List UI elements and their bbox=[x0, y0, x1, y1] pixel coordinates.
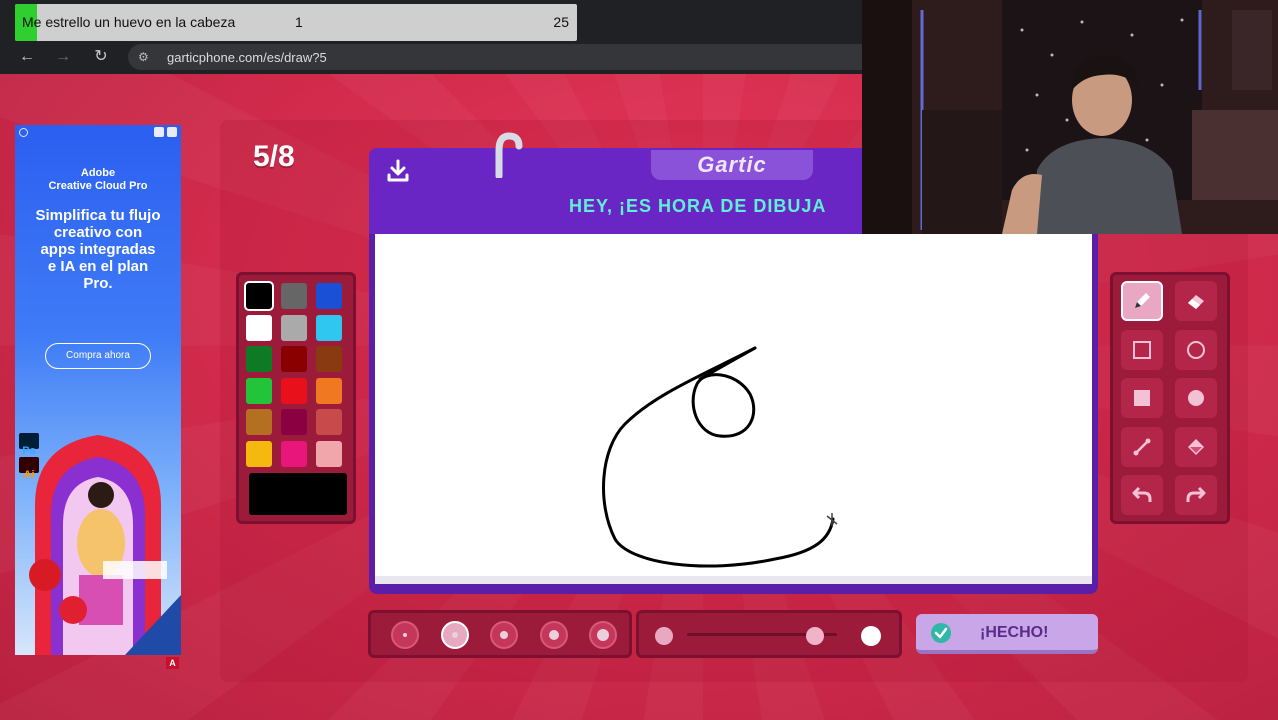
color-swatch[interactable] bbox=[281, 346, 307, 372]
rectangle-fill-tool[interactable] bbox=[1121, 378, 1163, 418]
eraser-icon bbox=[1188, 295, 1204, 309]
ellipse-outline-tool[interactable] bbox=[1175, 329, 1217, 370]
current-color-preview bbox=[249, 473, 347, 515]
opacity-max-indicator bbox=[861, 626, 881, 646]
eraser-tool[interactable] bbox=[1175, 281, 1217, 321]
color-swatch[interactable] bbox=[246, 346, 272, 372]
square-outline-icon bbox=[1133, 340, 1151, 359]
pencil-tool[interactable] bbox=[1121, 281, 1163, 321]
opacity-min-indicator bbox=[655, 627, 673, 645]
color-swatch[interactable] bbox=[246, 409, 272, 435]
stream-title: Me estrello un huevo en la cabeza bbox=[22, 14, 236, 30]
brush-size-bar bbox=[368, 610, 632, 658]
brush-size-dot bbox=[403, 633, 407, 637]
drawing-strokes bbox=[602, 346, 838, 568]
ad-brand: Adobe Creative Cloud Pro bbox=[15, 167, 181, 193]
ad-illustration bbox=[19, 433, 181, 655]
ad-controls bbox=[154, 127, 177, 137]
drawing-canvas[interactable] bbox=[375, 234, 1092, 584]
brush-size-dot bbox=[451, 632, 458, 638]
ad-headline: Simplifica tu flujo creativo con apps in… bbox=[35, 207, 161, 292]
line-icon bbox=[1133, 438, 1151, 455]
color-swatch[interactable] bbox=[244, 281, 274, 311]
line-tool[interactable] bbox=[1121, 426, 1163, 467]
color-swatch[interactable] bbox=[281, 440, 307, 467]
info-icon[interactable] bbox=[19, 128, 28, 137]
color-swatch[interactable] bbox=[281, 283, 307, 309]
address-bar[interactable]: ⚙ garticphone.com/es/draw?5 bbox=[128, 44, 862, 70]
color-swatch[interactable] bbox=[316, 440, 342, 467]
color-swatch[interactable] bbox=[246, 377, 272, 404]
close-icon[interactable] bbox=[167, 127, 177, 137]
brush-size-dot bbox=[500, 631, 508, 639]
reload-icon: ↻ bbox=[94, 48, 108, 65]
brush-size-option[interactable] bbox=[539, 621, 568, 649]
photoshop-badge: Ps bbox=[22, 445, 36, 457]
tune-icon[interactable]: ⚙ bbox=[138, 49, 154, 65]
title-count-b: 25 bbox=[553, 14, 569, 30]
redo-tool[interactable] bbox=[1175, 475, 1217, 515]
done-button[interactable]: ¡HECHO! bbox=[916, 614, 1098, 654]
check-badge-icon bbox=[931, 623, 951, 643]
ad-brand-line1: Adobe bbox=[80, 167, 116, 179]
title-count-a: 1 bbox=[295, 14, 303, 30]
ellipse-fill-tool[interactable] bbox=[1175, 378, 1217, 418]
brush-size-option[interactable] bbox=[391, 621, 419, 649]
tool-panel bbox=[1110, 272, 1230, 524]
paint-bucket-icon bbox=[1188, 438, 1204, 455]
done-label: ¡HECHO! bbox=[980, 624, 1049, 641]
fill-tool[interactable] bbox=[1175, 426, 1217, 467]
color-swatch[interactable] bbox=[246, 314, 272, 341]
color-palette bbox=[236, 272, 356, 524]
ad-choices-icon[interactable] bbox=[154, 127, 164, 137]
webcam-scene bbox=[862, 0, 1278, 234]
brush-size-option[interactable] bbox=[490, 621, 518, 649]
reload-button[interactable]: ↻ bbox=[90, 46, 112, 68]
ad-brand-line2: Creative Cloud Pro bbox=[48, 180, 148, 192]
redo-icon bbox=[1186, 486, 1206, 502]
illustrator-badge: Ai bbox=[23, 469, 35, 481]
opacity-bar bbox=[636, 610, 902, 658]
arrow-right-icon: → bbox=[55, 48, 71, 65]
color-swatch[interactable] bbox=[281, 377, 307, 404]
forward-button[interactable]: → bbox=[52, 46, 74, 68]
opacity-slider-knob[interactable] bbox=[805, 627, 824, 645]
color-swatch[interactable] bbox=[246, 440, 272, 467]
ad-banner[interactable]: Adobe Creative Cloud Pro Simplifica tu f… bbox=[15, 125, 181, 655]
color-swatch[interactable] bbox=[316, 377, 342, 404]
color-swatch[interactable] bbox=[316, 314, 342, 341]
brush-size-option[interactable] bbox=[440, 621, 469, 649]
color-swatch[interactable] bbox=[316, 283, 342, 309]
gartic-logo: Gartic bbox=[651, 150, 813, 180]
circle-outline-icon bbox=[1187, 340, 1205, 359]
color-swatch[interactable] bbox=[316, 346, 342, 372]
url-text: garticphone.com/es/draw?5 bbox=[167, 50, 327, 65]
brush-size-dot bbox=[597, 629, 609, 641]
ad-cta-button[interactable]: Compra ahora bbox=[45, 343, 151, 369]
color-swatch[interactable] bbox=[281, 409, 307, 435]
back-button[interactable]: ← bbox=[16, 46, 38, 68]
undo-tool[interactable] bbox=[1121, 475, 1163, 515]
instruction-banner: HEY, ¡ES HORA DE DIBUJA bbox=[569, 196, 827, 216]
color-swatch[interactable] bbox=[316, 409, 342, 435]
browser-chrome: Me estrello un huevo en la cabeza 1 25 ←… bbox=[0, 0, 862, 74]
download-icon[interactable] bbox=[385, 158, 411, 184]
pencil-icon bbox=[1135, 293, 1150, 308]
webcam-overlay bbox=[862, 0, 1278, 234]
circle-fill-icon bbox=[1188, 390, 1204, 406]
brush-size-dot bbox=[548, 630, 559, 640]
color-swatch[interactable] bbox=[281, 314, 307, 341]
undo-icon bbox=[1132, 486, 1152, 502]
round-counter: 5/8 bbox=[253, 140, 295, 173]
adobe-logo: A bbox=[166, 657, 179, 669]
brush-size-option[interactable] bbox=[589, 621, 617, 649]
square-fill-icon bbox=[1134, 390, 1150, 406]
hanger-hook-icon bbox=[495, 132, 523, 178]
rectangle-outline-tool[interactable] bbox=[1121, 329, 1163, 370]
arrow-left-icon: ← bbox=[19, 48, 35, 65]
nav-row: ← → ↻ ⚙ garticphone.com/es/draw?5 bbox=[0, 42, 862, 72]
stream-title-bar: Me estrello un huevo en la cabeza 1 25 bbox=[15, 4, 577, 41]
